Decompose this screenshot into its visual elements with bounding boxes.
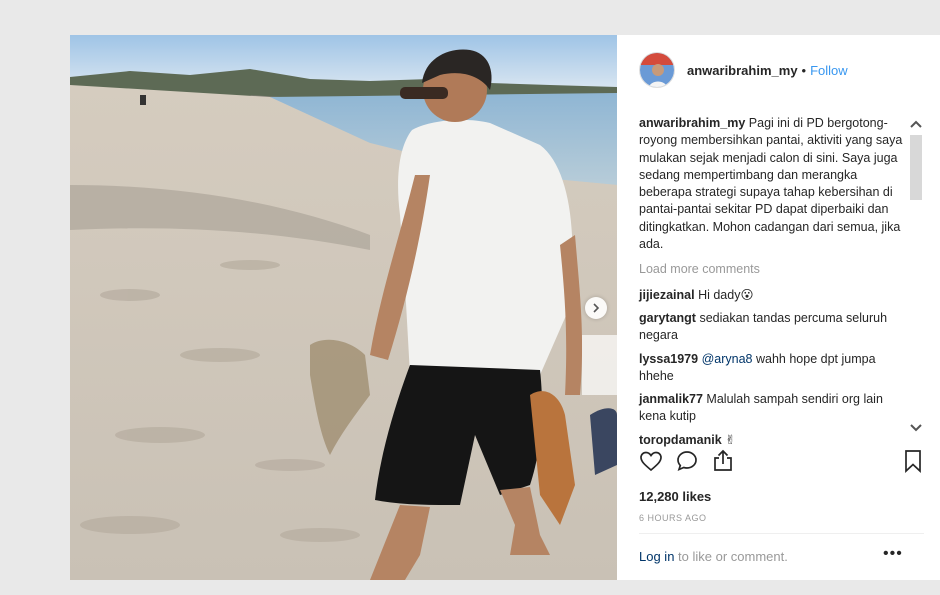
- divider: [639, 533, 924, 534]
- follow-button[interactable]: Follow: [810, 63, 848, 78]
- comment-icon: [677, 451, 697, 472]
- load-more-comments-button[interactable]: Load more comments: [639, 261, 904, 278]
- comment-item: janmalik77 Malulah sampah sendiri org la…: [639, 391, 904, 426]
- post-timestamp[interactable]: 6 HOURS AGO: [639, 513, 707, 523]
- profile-photo-icon: [640, 53, 674, 87]
- scroll-up-button[interactable]: [909, 117, 923, 131]
- heart-icon: [640, 451, 662, 472]
- more-options-button[interactable]: •••: [883, 545, 903, 563]
- post-header: anwaribrahim_my • Follow: [617, 35, 940, 105]
- comment-username[interactable]: garytangt: [639, 311, 696, 325]
- chevron-right-icon: [593, 303, 600, 313]
- action-bar: [639, 449, 925, 477]
- likes-count[interactable]: 12,280 likes: [639, 489, 711, 504]
- chevron-up-icon: [910, 120, 922, 128]
- post-photo[interactable]: [70, 35, 617, 580]
- chevron-down-icon: [910, 424, 922, 432]
- scroll-down-button[interactable]: [909, 421, 923, 435]
- login-prompt-text: to like or comment.: [674, 549, 788, 564]
- comment-username[interactable]: toropdamanik: [639, 433, 722, 447]
- comment-username[interactable]: jijiezainal: [639, 288, 695, 302]
- comments-section: anwaribrahim_my Pagi ini di PD bergotong…: [639, 115, 904, 455]
- caption-username[interactable]: anwaribrahim_my: [639, 116, 745, 130]
- post-side-panel: anwaribrahim_my • Follow anwaribrahim_my…: [617, 35, 940, 580]
- like-button[interactable]: [639, 449, 665, 475]
- comment-item: lyssa1979 @aryna8 wahh hope dpt jumpa hh…: [639, 351, 904, 386]
- post-card: anwaribrahim_my • Follow anwaribrahim_my…: [70, 35, 940, 580]
- comment-item: jijiezainal Hi dady😮: [639, 287, 904, 304]
- comment-item: garytangt sediakan tandas percuma seluru…: [639, 310, 904, 345]
- comment-mention[interactable]: @aryna8: [702, 352, 753, 366]
- beach-scene-image: [70, 35, 617, 580]
- comment-username[interactable]: janmalik77: [639, 392, 703, 406]
- comment-text: ✌: [725, 432, 736, 447]
- next-image-button[interactable]: [585, 297, 607, 319]
- post-caption: anwaribrahim_my Pagi ini di PD bergotong…: [639, 115, 904, 253]
- save-button[interactable]: [901, 449, 927, 475]
- share-icon: [714, 449, 732, 471]
- comment-username[interactable]: lyssa1979: [639, 352, 698, 366]
- scrollbar-thumb[interactable]: [910, 135, 922, 200]
- separator-dot: •: [801, 62, 807, 78]
- avatar[interactable]: [639, 52, 675, 88]
- share-button[interactable]: [711, 449, 737, 475]
- caption-text: Pagi ini di PD bergotong-royong membersi…: [639, 116, 903, 252]
- comment-button[interactable]: [675, 449, 701, 475]
- username-link[interactable]: anwaribrahim_my: [687, 63, 798, 78]
- comment-item: toropdamanik ✌: [639, 432, 904, 449]
- bookmark-icon: [905, 450, 921, 473]
- login-prompt: Log in to like or comment.: [639, 549, 788, 564]
- login-link[interactable]: Log in: [639, 549, 674, 564]
- comment-text: Hi dady😮: [698, 287, 754, 302]
